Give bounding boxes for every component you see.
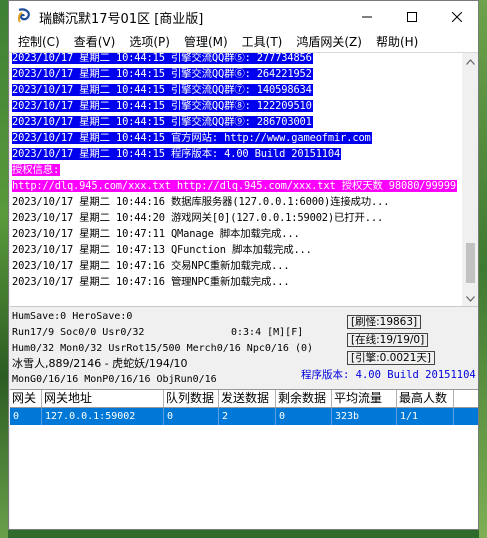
cell-address: 127.0.0.1:59002: [42, 408, 164, 425]
log-scrollbar[interactable]: [462, 53, 478, 306]
menu-tools[interactable]: 工具(T): [235, 32, 290, 52]
log-line: 2023/10/17 星期二 10:47:13 QFunction 脚本加载完成…: [12, 242, 462, 258]
col-gateway[interactable]: 网关: [10, 390, 42, 407]
cyclone-icon: [17, 8, 30, 23]
log-line-text: 2023/10/17 星期二 10:44:15 官方网站: http://www…: [12, 132, 372, 144]
log-line: 授权信息:: [12, 162, 462, 178]
log-line: 2023/10/17 星期二 10:44:15 引擎交流QQ群⑨: 286703…: [12, 114, 462, 130]
col-remaining[interactable]: 剩余数据: [276, 390, 332, 407]
log-line-text: 2023/10/17 星期二 10:44:15 程序版本: 4.00 Build…: [12, 148, 342, 160]
refresh-counter: [刷怪:19863]: [347, 315, 422, 329]
status-run: Run17/9 Soc0/0 Usr0/32: [12, 327, 145, 338]
menu-manage[interactable]: 管理(M): [177, 32, 235, 52]
log-line-text: 2023/10/17 星期二 10:47:16 交易NPC重新加载完成...: [12, 260, 290, 272]
log-line-text: 2023/10/17 星期二 10:44:15 引擎交流QQ群⑨: 286703…: [12, 116, 313, 128]
cell-filler: [454, 408, 478, 425]
server-window: 瑞麟沉默17号01区 [商业版] 控制(C) 查看(V) 选项(P) 管理(M)…: [8, 0, 479, 530]
scroll-down-button[interactable]: [462, 290, 478, 306]
cell-queue: 0: [164, 408, 219, 425]
log-line: 2023/10/17 星期二 10:44:15 引擎交流QQ群⑤: 277734…: [12, 53, 462, 66]
log-line-text: 2023/10/17 星期二 10:47:16 管理NPC重新加载完成...: [12, 276, 290, 288]
col-max-users[interactable]: 最高人数: [397, 390, 454, 407]
log-panel[interactable]: 2023/10/17 星期二 10:44:15 引擎交流QQ群⑤: 277734…: [10, 53, 478, 307]
menu-control[interactable]: 控制(C): [11, 32, 67, 52]
status-monster: 冰雪人,889/2146 - 虎蛇妖/194/10: [12, 357, 188, 370]
log-line-text: 2023/10/17 星期二 10:47:13 QFunction 脚本加载完成…: [12, 244, 312, 256]
menu-bar: 控制(C) 查看(V) 选项(P) 管理(M) 工具(T) 鸿盾网关(Z) 帮助…: [9, 32, 478, 53]
log-line-text: 2023/10/17 星期二 10:44:20 游戏网关[0](127.0.0.…: [12, 212, 384, 224]
log-line-text: 授权信息:: [12, 164, 61, 176]
desktop-background-right: [479, 0, 487, 538]
title-bar[interactable]: 瑞麟沉默17号01区 [商业版]: [9, 1, 478, 32]
log-line: 2023/10/17 星期二 10:44:15 引擎交流QQ群⑦: 140598…: [12, 82, 462, 98]
status-hum-save: HumSave:0 HeroSave:0: [12, 311, 133, 322]
log-line-text: 2023/10/17 星期二 10:44:15 引擎交流QQ群⑦: 140598…: [12, 84, 313, 96]
menu-gateway[interactable]: 鸿盾网关(Z): [289, 32, 369, 52]
desktop-background-left: [0, 0, 8, 538]
chevron-up-icon: [466, 58, 475, 65]
program-version: 程序版本: 4.00 Build 20151104: [301, 369, 476, 381]
log-line-text: http://dlq.945.com/xxx.txt http://dlq.94…: [12, 180, 457, 192]
log-line: 2023/10/17 星期二 10:47:16 管理NPC重新加载完成...: [12, 274, 462, 290]
chevron-down-icon: [466, 295, 475, 302]
minimize-button[interactable]: [344, 1, 389, 32]
status-mon-gen: MonG0/16/16 MonP0/16/16 ObjRun0/16: [12, 374, 217, 385]
minimize-icon: [361, 16, 372, 17]
table-header: 网关 网关地址 队列数据 发送数据 剩余数据 平均流量 最高人数: [10, 390, 478, 408]
status-hum: Hum0/32 Mon0/32 UsrRot15/500 Merch0/16 N…: [12, 343, 314, 354]
menu-help[interactable]: 帮助(H): [369, 32, 425, 52]
scroll-thumb[interactable]: [466, 243, 475, 283]
col-queue[interactable]: 队列数据: [164, 390, 219, 407]
log-line-text: 2023/10/17 星期二 10:44:15 引擎交流QQ群⑧: 122209…: [12, 100, 313, 112]
col-filler: [454, 390, 478, 407]
engine-counter: [引擎:0.0021天]: [347, 351, 435, 365]
close-icon: [451, 11, 462, 22]
table-row[interactable]: 0 127.0.0.1:59002 0 2 0 323b 1/1: [10, 408, 478, 425]
status-panel: HumSave:0 HeroSave:0 Run17/9 Soc0/0 Usr0…: [10, 307, 478, 389]
log-line: 2023/10/17 星期二 10:44:16 数据库服务器(127.0.0.1…: [12, 194, 462, 210]
gateway-table[interactable]: 网关 网关地址 队列数据 发送数据 剩余数据 平均流量 最高人数 0 127.0…: [10, 389, 478, 529]
maximize-button[interactable]: [389, 1, 434, 32]
log-line-text: 2023/10/17 星期二 10:44:15 引擎交流QQ群⑤: 277734…: [12, 53, 313, 64]
log-lines: 2023/10/17 星期二 10:44:15 引擎交流QQ群⑤: 277734…: [12, 53, 462, 290]
cell-sent: 2: [219, 408, 276, 425]
log-line: 2023/10/17 星期二 10:47:16 交易NPC重新加载完成...: [12, 258, 462, 274]
window-title: 瑞麟沉默17号01区 [商业版]: [39, 12, 204, 27]
close-button[interactable]: [434, 1, 478, 32]
menu-view[interactable]: 查看(V): [67, 32, 123, 52]
maximize-icon: [406, 11, 417, 22]
cell-max-users: 1/1: [397, 408, 454, 425]
menu-options[interactable]: 选项(P): [122, 32, 177, 52]
cell-gateway: 0: [10, 408, 42, 425]
log-line: http://dlq.945.com/xxx.txt http://dlq.94…: [12, 178, 462, 194]
log-line: 2023/10/17 星期二 10:44:15 程序版本: 4.00 Build…: [12, 146, 462, 162]
log-line: 2023/10/17 星期二 10:44:15 引擎交流QQ群⑧: 122209…: [12, 98, 462, 114]
scroll-up-button[interactable]: [462, 53, 478, 70]
log-line-text: 2023/10/17 星期二 10:44:15 引擎交流QQ群⑥: 264221…: [12, 68, 313, 80]
log-line: 2023/10/17 星期二 10:44:15 引擎交流QQ群⑥: 264221…: [12, 66, 462, 82]
cell-avg-traffic: 323b: [332, 408, 397, 425]
cell-remaining: 0: [276, 408, 332, 425]
col-avg-traffic[interactable]: 平均流量: [332, 390, 397, 407]
log-line: 2023/10/17 星期二 10:44:20 游戏网关[0](127.0.0.…: [12, 210, 462, 226]
col-address[interactable]: 网关地址: [42, 390, 164, 407]
col-sent[interactable]: 发送数据: [219, 390, 276, 407]
log-line-text: 2023/10/17 星期二 10:47:11 QManage 脚本加载完成..…: [12, 228, 300, 240]
log-line: 2023/10/17 星期二 10:47:11 QManage 脚本加载完成..…: [12, 226, 462, 242]
online-counter: [在线:19/19/0]: [347, 333, 429, 347]
status-time: 0:3:4 [M][F]: [231, 327, 304, 338]
log-line: 2023/10/17 星期二 10:44:15 官方网站: http://www…: [12, 130, 462, 146]
log-line-text: 2023/10/17 星期二 10:44:16 数据库服务器(127.0.0.1…: [12, 196, 390, 208]
